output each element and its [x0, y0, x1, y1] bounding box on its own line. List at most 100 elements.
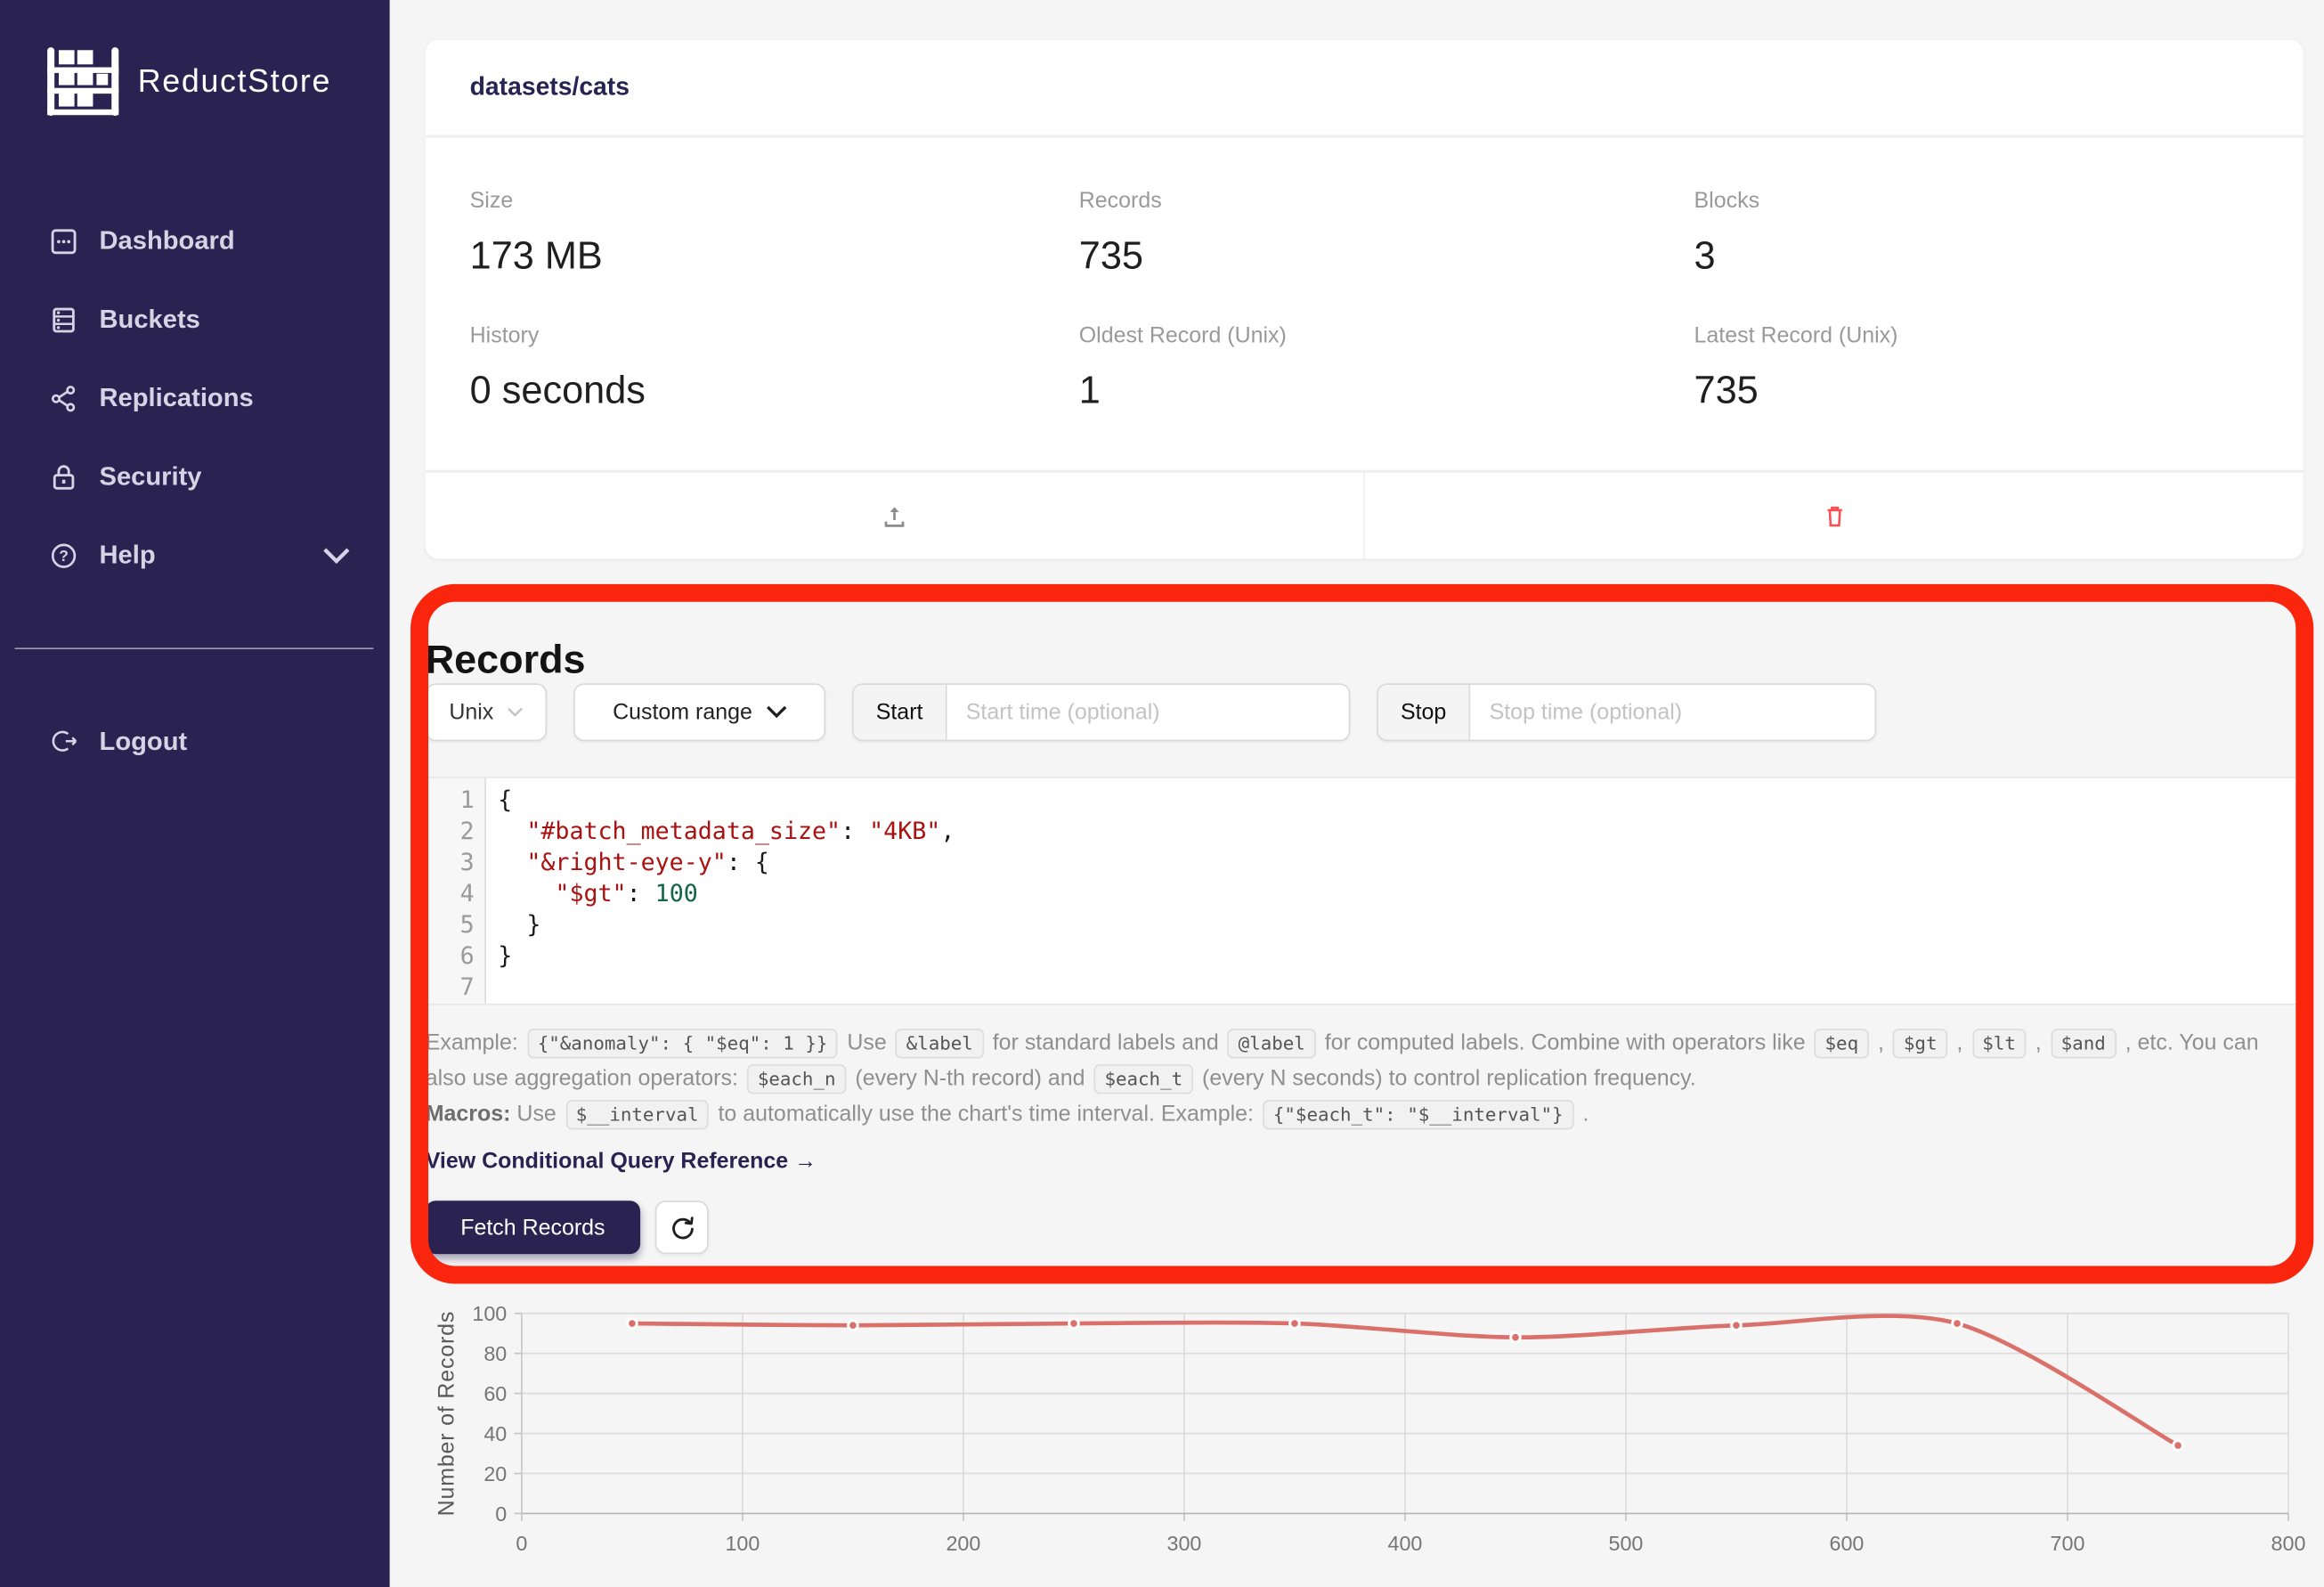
inline-code-chip: {"&anomaly": { "$eq": 1 }} [527, 1029, 838, 1058]
upload-button[interactable] [865, 492, 923, 539]
svg-text:700: 700 [2051, 1532, 2085, 1555]
logout-button[interactable]: Logout [0, 709, 439, 774]
svg-text:300: 300 [1166, 1532, 1201, 1555]
sidebar-item-help[interactable]: ? Help [0, 516, 390, 594]
sidebar-item-label: Dashboard [100, 225, 235, 256]
timestamp-type-select[interactable]: Unix [426, 683, 547, 741]
sidebar-item-label: Replications [100, 382, 254, 413]
svg-text:800: 800 [2271, 1532, 2306, 1555]
help-paragraph: Example: {"&anomaly": { "$eq": 1 }} Use … [426, 1026, 2281, 1095]
stat-value: 3 [1694, 232, 2259, 279]
inline-code-chip: $gt [1893, 1029, 1947, 1058]
sidebar-item-label: Help [100, 540, 156, 571]
time-range-select[interactable]: Custom range [573, 683, 825, 741]
help-text: (every N seconds) to control replication… [1196, 1065, 1696, 1090]
brand-logo[interactable]: ReductStore [45, 45, 331, 118]
stat-value: 173 MB [470, 232, 1079, 279]
svg-text:60: 60 [483, 1382, 507, 1405]
help-text: for computed labels. Combine with operat… [1319, 1030, 1812, 1055]
sidebar-item-dashboard[interactable]: Dashboard [0, 201, 390, 280]
time-range-value: Custom range [613, 700, 752, 725]
stat-history: History 0 seconds [470, 323, 1079, 414]
sidebar-divider [15, 647, 374, 649]
chevron-down-icon [507, 707, 523, 718]
upload-icon [881, 501, 909, 530]
records-chart: 0100200300400500600700800020406080100Num… [426, 1298, 2308, 1587]
svg-text:500: 500 [1609, 1532, 1644, 1555]
editor-line: } [498, 908, 2304, 940]
sidebar-item-buckets[interactable]: Buckets [0, 281, 390, 359]
sidebar-item-label: Buckets [100, 304, 200, 335]
reload-icon [668, 1213, 696, 1241]
sidebar-item-security[interactable]: Security [0, 437, 390, 516]
help-text: , [1872, 1030, 1890, 1055]
gutter-line-number: 2 [427, 815, 474, 846]
editor-line: "&right-eye-y": { [498, 846, 2304, 877]
inline-code-chip: $eq [1815, 1029, 1869, 1058]
app-root: ReductStore Dashboard [0, 0, 2324, 1587]
stat-value: 0 seconds [470, 368, 1079, 414]
gutter-line-number: 5 [427, 908, 474, 940]
timestamp-type-value: Unix [449, 700, 493, 725]
sidebar-nav: Dashboard Buckets [0, 201, 390, 594]
database-icon [49, 305, 78, 334]
inline-code-chip: &label [896, 1029, 983, 1058]
stat-label: History [470, 323, 1079, 348]
help-text: Example: [426, 1030, 524, 1055]
svg-text:20: 20 [483, 1462, 507, 1485]
help-text: Use [841, 1030, 892, 1055]
stat-value: 1 [1079, 368, 1694, 414]
gutter-line-number: 6 [427, 940, 474, 971]
svg-text:0: 0 [516, 1532, 527, 1555]
editor-line: } [498, 940, 2304, 971]
reductstore-logo-icon [45, 45, 122, 118]
conditional-query-reference-link[interactable]: View Conditional Query Reference → [426, 1143, 817, 1178]
stop-addon-label: Stop [1378, 685, 1470, 740]
inline-code-chip: {"$each_t": "$__interval"} [1263, 1100, 1573, 1129]
delete-button[interactable] [1806, 492, 1862, 539]
help-paragraph: Macros: Use $__interval to automatically… [426, 1097, 2281, 1132]
stop-time-group: Stop [1377, 683, 1876, 741]
inline-code-chip: $each_n [747, 1063, 846, 1093]
start-time-group: Start [852, 683, 1350, 741]
reload-button[interactable] [655, 1200, 709, 1254]
svg-text:40: 40 [483, 1422, 507, 1445]
sidebar-item-replications[interactable]: Replications [0, 359, 390, 437]
main-content: datasets/cats Size 173 MB Records 735 Bl… [390, 0, 2324, 1587]
stat-label: Oldest Record (Unix) [1079, 323, 1694, 348]
query-editor[interactable]: 1234567 { "#batch_metadata_size": "4KB",… [426, 777, 2306, 1005]
stat-blocks: Blocks 3 [1694, 188, 2259, 279]
gutter-line-number: 3 [427, 846, 474, 877]
svg-text:200: 200 [946, 1532, 980, 1555]
stop-time-input[interactable] [1470, 685, 1875, 740]
stat-label: Blocks [1694, 188, 2259, 213]
svg-text:100: 100 [472, 1302, 507, 1325]
svg-text:80: 80 [483, 1342, 507, 1365]
stat-latest-record: Latest Record (Unix) 735 [1694, 323, 2259, 414]
help-text: Use [510, 1102, 562, 1127]
start-time-input[interactable] [947, 685, 1349, 740]
svg-text:0: 0 [495, 1502, 507, 1526]
editor-line: "$gt": 100 [498, 877, 2304, 908]
question-circle-icon: ? [49, 541, 78, 570]
editor-line [498, 971, 2304, 1002]
svg-text:600: 600 [1830, 1532, 1865, 1555]
editor-code: { "#batch_metadata_size": "4KB", "&right… [486, 778, 2304, 1004]
brand-name: ReductStore [138, 63, 331, 101]
sidebar-item-label: Security [100, 461, 202, 492]
query-help-text: Example: {"&anomaly": { "$eq": 1 }} Use … [426, 1026, 2281, 1178]
help-text: , [1950, 1030, 1969, 1055]
svg-text:400: 400 [1388, 1532, 1423, 1555]
gutter-line-number: 7 [427, 971, 474, 1002]
share-icon [49, 383, 78, 412]
stat-records: Records 735 [1079, 188, 1694, 279]
inline-code-chip: @label [1228, 1029, 1315, 1058]
start-addon-label: Start [854, 685, 947, 740]
bucket-title: datasets/cats [426, 40, 2304, 138]
fetch-records-button[interactable]: Fetch Records [426, 1200, 640, 1254]
bucket-card: datasets/cats Size 173 MB Records 735 Bl… [426, 40, 2304, 559]
chevron-down-icon [766, 705, 786, 719]
inline-code-chip: $and [2051, 1029, 2116, 1058]
card-actions [426, 470, 2304, 559]
stats-grid: Size 173 MB Records 735 Blocks 3 History… [470, 188, 2259, 413]
